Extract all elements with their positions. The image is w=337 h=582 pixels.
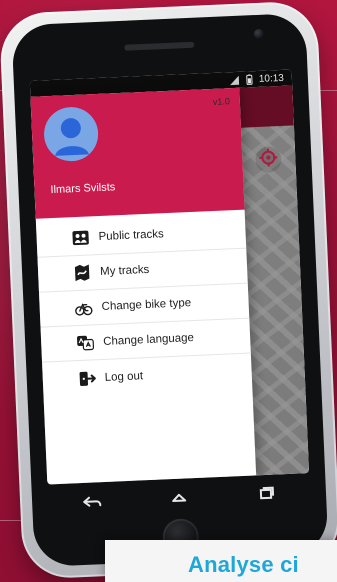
navigation-drawer: v1.0 Ilmars Svilsts Public tracks My tra…	[30, 87, 257, 485]
user-avatar-icon	[44, 107, 99, 162]
signal-icon	[229, 74, 240, 85]
back-icon	[80, 492, 103, 516]
status-time: 10:13	[258, 72, 285, 85]
user-avatar[interactable]	[42, 106, 100, 163]
menu-item-label: Log out	[104, 369, 144, 384]
map-track-icon	[72, 262, 93, 283]
menu-item-label: Change language	[102, 332, 195, 348]
drawer-header: v1.0 Ilmars Svilsts	[30, 87, 245, 219]
back-button[interactable]	[74, 491, 109, 516]
phone-screen: 10:13 v1.0 Ilmars Svilsts Public tracks …	[29, 69, 310, 485]
locate-icon	[259, 148, 278, 172]
recent-apps-button[interactable]	[249, 483, 284, 508]
people-map-icon	[70, 227, 91, 248]
recent-apps-icon	[255, 484, 278, 508]
home-icon	[168, 488, 191, 512]
menu-item-label: Public tracks	[98, 228, 165, 244]
translate-icon	[75, 332, 96, 353]
logout-icon	[76, 368, 97, 389]
bike-icon	[73, 297, 94, 318]
menu-item-label: My tracks	[99, 263, 150, 279]
battery-icon	[244, 73, 255, 85]
app-version: v1.0	[212, 96, 231, 107]
caption-text: Analyse ci	[188, 552, 299, 577]
drawer-menu: Public tracks My tracks Change bike type…	[35, 210, 253, 398]
user-name: Ilmars Svilsts	[50, 181, 116, 197]
caption-box: Analyse ci	[105, 540, 337, 582]
menu-item-label: Change bike type	[101, 297, 192, 313]
phone: 10:13 v1.0 Ilmars Svilsts Public tracks …	[0, 0, 337, 580]
home-nav-button[interactable]	[162, 487, 197, 512]
